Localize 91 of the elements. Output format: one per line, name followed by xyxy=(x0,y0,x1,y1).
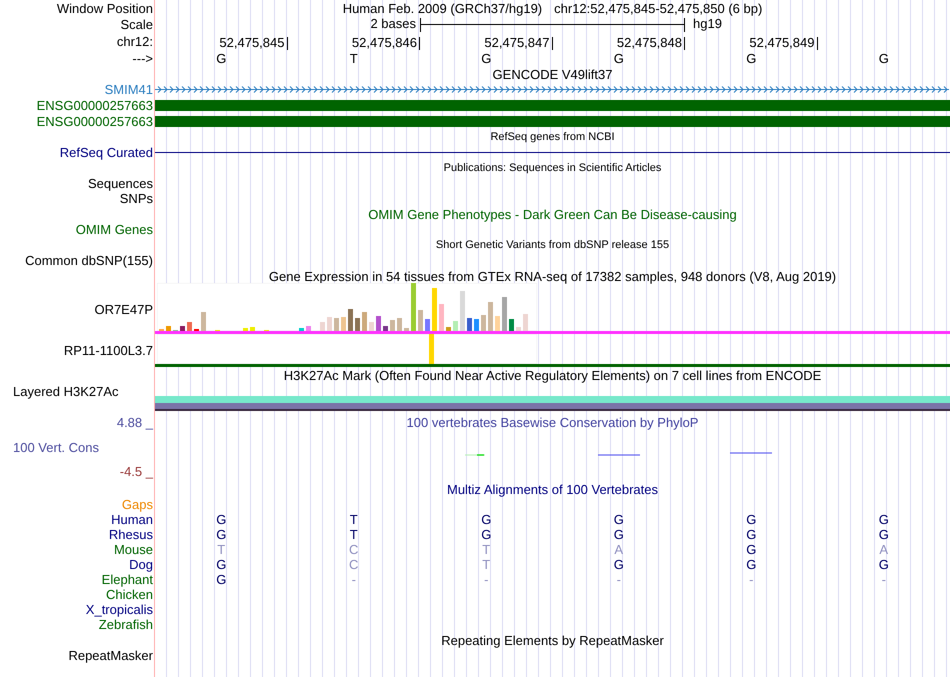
base-letter: T xyxy=(482,557,490,572)
track-label: 100 Vert. Cons xyxy=(12,440,100,454)
base-letter: G xyxy=(746,512,756,527)
species-label: Zebrafish xyxy=(98,617,153,632)
tick-mark xyxy=(684,37,685,50)
species-label: Mouse xyxy=(114,542,153,557)
gene-bar[interactable] xyxy=(155,116,950,126)
base-letter: G xyxy=(614,527,624,542)
base-letter: G xyxy=(216,527,226,542)
species-label: X_tropicalis xyxy=(86,602,153,617)
species-label: Chicken xyxy=(106,587,153,602)
gene-bar[interactable] xyxy=(155,100,950,110)
tick-mark xyxy=(419,37,420,50)
gene-label[interactable]: RP11-1100L3.7 xyxy=(64,343,153,358)
gene-label[interactable]: ENSG00000257663 xyxy=(36,98,153,112)
species-label: Dog xyxy=(129,557,153,572)
base-letter: - xyxy=(749,572,754,587)
base-letter: G xyxy=(614,557,624,572)
track-label: Window Position xyxy=(56,0,153,16)
track-label: Layered H3K27Ac xyxy=(13,384,119,399)
base-letter: G xyxy=(878,557,889,572)
species-label: Elephant xyxy=(102,572,153,587)
track-label: Sequences xyxy=(88,176,153,191)
base-letter: - xyxy=(616,572,621,587)
gene-label[interactable]: ENSG00000257663 xyxy=(36,114,153,128)
track-title: Publications: Sequences in Scientific Articles xyxy=(444,160,662,176)
base-letter: G xyxy=(878,512,889,527)
track-title: Short Genetic Variants from dbSNP release 155 xyxy=(436,238,670,252)
base-letter: C xyxy=(349,542,358,557)
species-label: Rhesus xyxy=(108,527,153,542)
position-label: 52,475,849 xyxy=(749,35,814,50)
base-letter: G xyxy=(878,50,889,66)
base-letter: G xyxy=(746,527,756,542)
base-letter: T xyxy=(482,542,490,557)
track-label: chr12: xyxy=(116,34,153,49)
base-letter: G xyxy=(216,572,226,587)
axis-min-label: -4.5 _ xyxy=(118,464,153,479)
position-label: 52,475,848 xyxy=(616,35,682,50)
track-title: OMIM Gene Phenotypes - Dark Green Can Be Disease-causing xyxy=(368,206,737,222)
gene-label[interactable]: SMIM41 xyxy=(104,82,153,97)
track-title: Repeating Elements by RepeatMasker xyxy=(441,632,664,648)
position-label: 52,475,847 xyxy=(484,35,550,50)
base-letter: - xyxy=(352,572,356,587)
track-label: RepeatMasker xyxy=(68,648,153,663)
base-letter: T xyxy=(217,542,226,557)
base-letter: - xyxy=(484,572,488,587)
track-title: RefSeq genes from NCBI xyxy=(490,130,615,144)
track-title: Gene Expression in 54 tissues from GTEx RNA-seq of 17382 samples, 948 donors (V8, Aug 2019) xyxy=(268,268,836,284)
base-letter: G xyxy=(216,557,226,572)
scale-text: 2 bases xyxy=(370,16,416,33)
base-letter: G xyxy=(746,557,756,572)
track-title: Multiz Alignments of 100 Vertebrates xyxy=(446,482,658,496)
base-letter: G xyxy=(614,50,624,66)
assembly-title: Human Feb. 2009 (GRCh37/hg19) xyxy=(342,0,542,16)
base-letter: G xyxy=(878,527,889,542)
track-title: H3K27Ac Mark (Often Found Near Active Regulatory Elements) on 7 cell lines from ENCODE xyxy=(284,368,822,382)
signal-bar-drawing[interactable] xyxy=(155,396,950,411)
gene-label[interactable]: OR7E47P xyxy=(94,302,153,316)
track-label[interactable]: RefSeq Curated xyxy=(60,145,153,160)
track-label: Scale xyxy=(120,17,153,32)
tick-mark xyxy=(286,37,288,50)
track-label: Common dbSNP(155) xyxy=(25,253,153,268)
track-label: Gaps xyxy=(122,497,153,512)
track-label: OMIM Genes xyxy=(76,222,153,237)
base-letter: G xyxy=(216,50,226,66)
base-letter: G xyxy=(746,50,756,66)
expression-bar-drawing[interactable] xyxy=(157,283,537,331)
assembly-text: hg19 xyxy=(693,16,722,31)
track-label: SNPs xyxy=(120,191,153,206)
base-letter: G xyxy=(614,512,624,527)
position-label: 52,475,845 xyxy=(219,35,284,50)
tick-mark xyxy=(816,37,818,50)
base-letter: T xyxy=(350,512,358,527)
position-title: chr12:52,475,845-52,475,850 (6 bp) xyxy=(554,0,762,16)
position-label: 52,475,846 xyxy=(352,35,417,50)
species-label: Human xyxy=(111,512,153,527)
base-letter: G xyxy=(481,527,492,542)
base-letter: T xyxy=(350,50,358,66)
base-letter: G xyxy=(216,512,226,527)
base-letter: A xyxy=(614,542,624,557)
base-letter: - xyxy=(882,572,886,587)
base-letter: G xyxy=(481,50,492,66)
track-title: 100 vertebrates Basewise Conservation by PhyloP xyxy=(406,415,698,430)
track-title: GENCODE V49lift37 xyxy=(492,66,612,82)
base-letter: A xyxy=(879,542,888,557)
base-letter: G xyxy=(481,512,492,527)
base-letter: T xyxy=(350,527,358,542)
base-letter: C xyxy=(349,557,358,572)
base-letter: G xyxy=(746,542,756,557)
track-label: ---> xyxy=(132,50,153,66)
axis-max-label: 4.88 _ xyxy=(116,415,153,430)
